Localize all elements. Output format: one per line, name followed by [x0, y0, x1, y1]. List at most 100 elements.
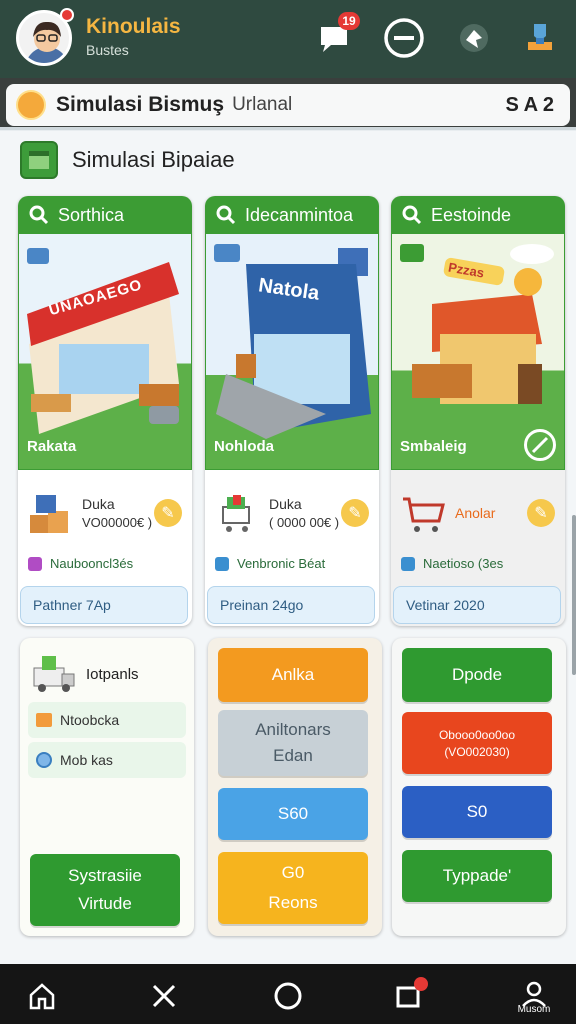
store-scene-image: Natola Nohloda	[205, 234, 379, 470]
scrollbar[interactable]	[572, 515, 576, 675]
sub-header: Simulasi Bismuş Urlanal S A 2	[0, 78, 576, 130]
button-line: Aniltonars	[255, 720, 331, 739]
panel-header: Iotpanls	[32, 654, 139, 694]
bottom-nav: Musom	[0, 964, 576, 1024]
actions-panel: Anlka Aniltonars Edan S60 G0 Reons	[208, 638, 382, 936]
inventory-item-label: Mob kas	[60, 752, 113, 768]
simulation-card[interactable]: Eestoinde Pzzas Smbaleig Anolar ✎ Naetio…	[391, 196, 565, 626]
button-line: (VO002030)	[444, 744, 510, 759]
card-pill[interactable]: Preinan 24go	[207, 586, 375, 624]
green-option-button[interactable]: Dpode	[402, 648, 552, 702]
card-row: Naubooncl3és	[28, 556, 133, 571]
boxes-icon	[30, 495, 68, 533]
slash-circle-icon[interactable]	[524, 429, 556, 461]
edit-icon[interactable]: ✎	[341, 499, 369, 527]
info-title: Duka	[82, 496, 115, 512]
simulation-card[interactable]: Sorthica UNAOAEGO Rakata Duka VO00000€)…	[18, 196, 192, 626]
app-root: Kinoulais Bustes 19 Simulasi Bismuş Urla…	[0, 0, 576, 1024]
app-title: Kinoulais	[86, 15, 181, 38]
sub-header-bar: Simulasi Bismuş Urlanal S A 2	[6, 84, 570, 126]
tag-icon	[401, 556, 415, 571]
scene-label: Nohloda	[214, 438, 274, 455]
card-info: Duka ( 0000 00€ ) ✎	[205, 478, 379, 548]
search-icon	[402, 205, 422, 225]
search-icon	[29, 205, 49, 225]
red-option-button[interactable]: Obooo0oo0oo (VO002030)	[402, 712, 552, 774]
card-header: Sorthica	[18, 196, 192, 234]
info-title: Anolar	[455, 505, 496, 521]
section-title: Simulasi Bipaiae	[72, 147, 235, 172]
tag-icon	[215, 556, 229, 571]
green-option-button-2[interactable]: Typpade'	[402, 850, 552, 902]
grey-action-button[interactable]: Aniltonars Edan	[218, 710, 368, 776]
avatar-notification-dot	[60, 8, 74, 22]
sub-header-logo	[16, 90, 46, 120]
card-row-label: Naubooncl3és	[50, 556, 134, 571]
inventory-panel: Iotpanls Ntoobcka Mob kas Systrasiie Vir…	[20, 638, 194, 936]
scene-label: Smbaleig	[400, 438, 467, 455]
settings-icon[interactable]	[452, 16, 496, 60]
sub-header-title: Simulasi Bismuş	[56, 93, 225, 116]
button-line: G0	[281, 863, 305, 882]
main-content: Simulasi Bipaiae Sorthica UNAOAEGO Rakat…	[0, 131, 576, 964]
card-title: Sorthica	[58, 204, 125, 225]
notification-badge: 19	[338, 12, 360, 30]
close-icon[interactable]	[144, 976, 184, 1016]
app-subtitle: Bustes	[86, 42, 129, 58]
cart-icon	[403, 497, 445, 532]
card-row: Naetioso (3es	[401, 556, 503, 571]
sub-header-suffix: Urlanal	[232, 94, 293, 115]
blue-action-button[interactable]: S60	[218, 788, 368, 840]
button-line: Virtude	[78, 894, 132, 913]
button-line: Edan	[273, 746, 313, 765]
top-bar: Kinoulais Bustes 19	[0, 0, 576, 78]
home-icon[interactable]	[22, 976, 62, 1016]
inventory-item[interactable]: Mob kas	[28, 742, 186, 778]
orange-action-button[interactable]: Anlka	[218, 648, 368, 702]
scene-label: Rakata	[27, 438, 77, 455]
circle-icon[interactable]	[268, 976, 308, 1016]
store-scene-image: Pzzas Smbaleig	[391, 234, 565, 470]
store-scene-image: UNAOAEGO Rakata	[18, 234, 192, 470]
card-info: Anolar ✎	[391, 478, 565, 548]
edit-icon[interactable]: ✎	[154, 499, 182, 527]
box-icon	[36, 713, 52, 727]
trophy-icon[interactable]	[518, 16, 562, 60]
edit-icon[interactable]: ✎	[527, 499, 555, 527]
card-title: Eestoinde	[431, 204, 512, 225]
simulation-card[interactable]: Idecanmintoa Natola Nohloda Duka (0000 …	[205, 196, 379, 626]
inbox-badge	[414, 977, 428, 991]
section-header: Simulasi Bipaiae	[20, 141, 235, 179]
card-row-label: Naetioso (3es	[423, 556, 504, 571]
profile-label: Musom	[517, 1004, 551, 1015]
info-title: Duka	[269, 496, 302, 512]
button-line: Obooo0oo0oo	[438, 727, 516, 742]
blue-option-button[interactable]: S0	[402, 786, 552, 838]
card-pill[interactable]: Pathner 7Ap	[20, 586, 188, 624]
card-info: Duka VO00000€ ) ✎	[18, 478, 192, 548]
search-icon	[216, 205, 236, 225]
brand: Kinoulais Bustes	[86, 15, 181, 59]
card-pill[interactable]: Vetinar 2020	[393, 586, 561, 624]
inventory-item[interactable]: Ntoobcka	[28, 702, 186, 738]
panel-title: Iotpanls	[86, 665, 139, 683]
tag-icon	[28, 556, 42, 571]
inventory-item-label: Ntoobcka	[60, 712, 120, 728]
options-panel: Dpode Obooo0oo0oo (VO002030) S0 Typpade'	[392, 638, 566, 936]
card-row-label: Venbronic Béat	[237, 556, 326, 571]
cart-icon	[222, 495, 250, 532]
card-header: Eestoinde	[391, 196, 565, 234]
card-row: Venbronic Béat	[215, 556, 325, 571]
store-icon	[20, 141, 58, 179]
card-title: Idecanmintoa	[245, 204, 354, 225]
truck-icon	[33, 656, 75, 692]
button-line: Reons	[268, 893, 318, 912]
yellow-action-button[interactable]: G0 Reons	[218, 852, 368, 924]
coin-icon	[36, 752, 52, 768]
info-value: ( 0000 00€ )	[269, 515, 340, 530]
info-value: VO00000€ )	[82, 515, 153, 530]
card-header: Idecanmintoa	[205, 196, 379, 234]
minus-circle-icon[interactable]	[382, 16, 426, 60]
start-simulation-button[interactable]: Systrasiie Virtude	[30, 854, 180, 926]
sub-header-right-text[interactable]: S A 2	[505, 94, 554, 117]
